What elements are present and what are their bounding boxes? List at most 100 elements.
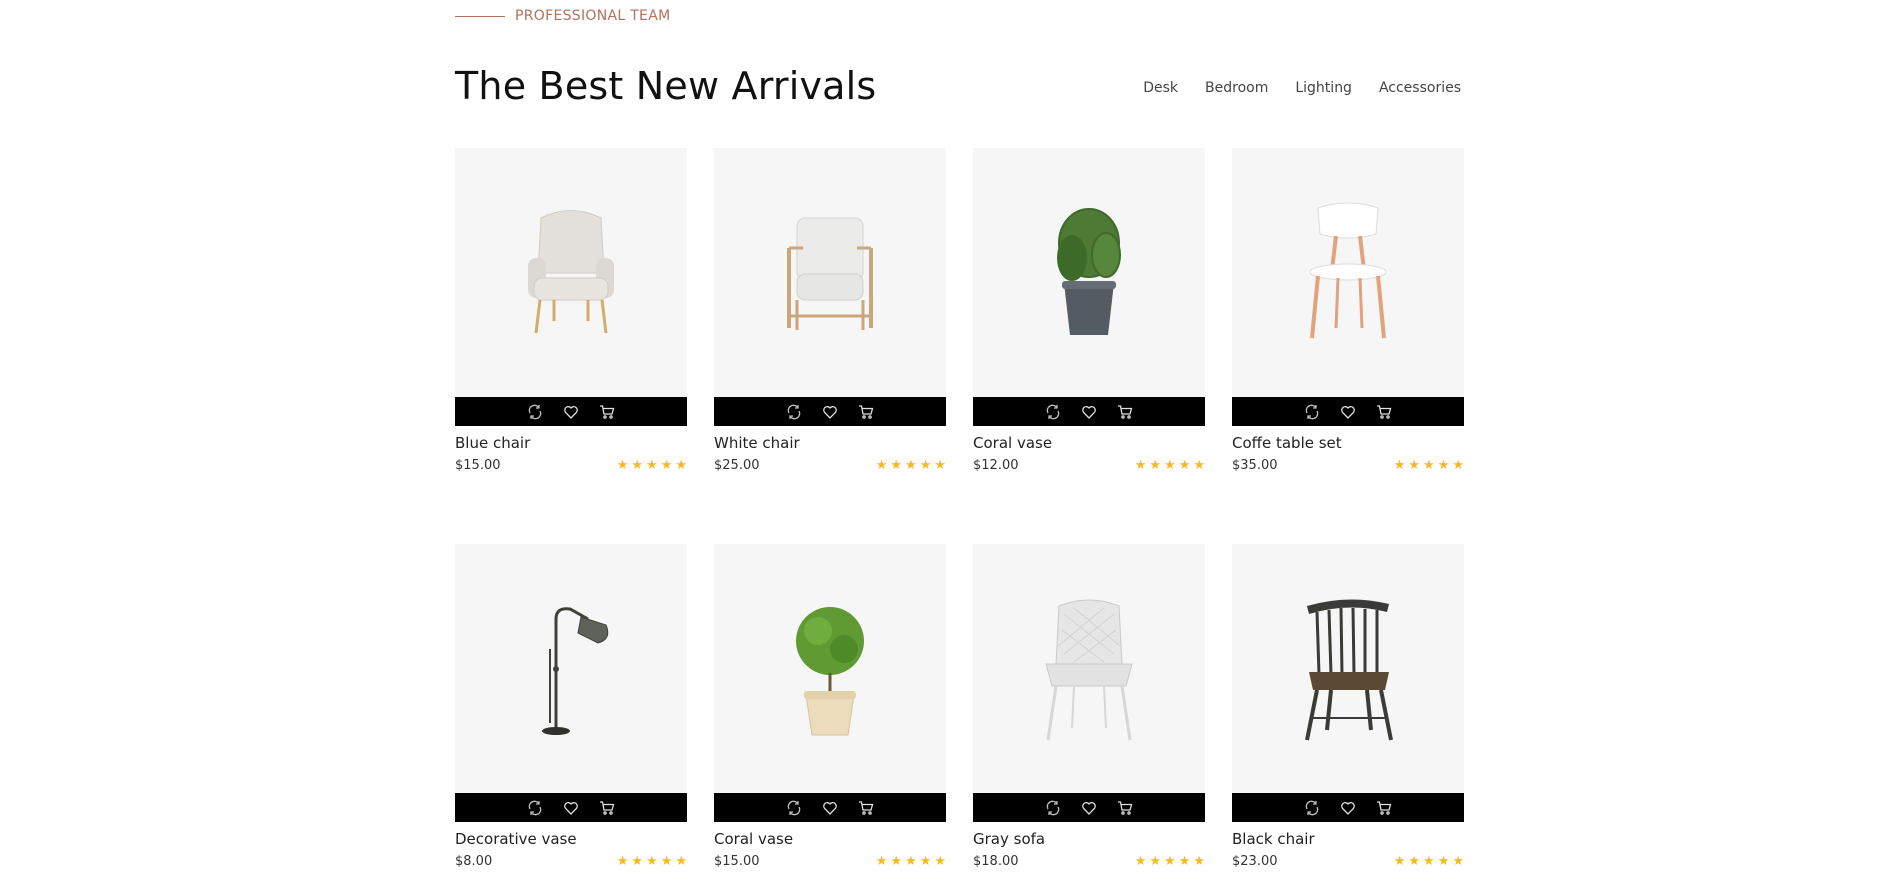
product-card[interactable]: Coral vase $15.00 ★ ★ ★ ★ ★	[714, 544, 946, 869]
product-image[interactable]	[1232, 148, 1464, 397]
product-footer: $15.00 ★ ★ ★ ★ ★	[455, 458, 687, 473]
cart-icon[interactable]	[598, 403, 616, 421]
star-icon: ★	[616, 458, 629, 473]
cart-icon[interactable]	[1116, 403, 1134, 421]
topiary-plant-icon	[796, 606, 864, 735]
product-footer: $8.00 ★ ★ ★ ★ ★	[455, 854, 687, 869]
product-name[interactable]: Coffe table set	[1232, 434, 1464, 452]
star-icon: ★	[1452, 854, 1464, 869]
heart-icon[interactable]	[1339, 799, 1357, 817]
star-icon: ★	[875, 854, 888, 869]
product-image[interactable]	[973, 544, 1205, 793]
product-card[interactable]: Blue chair $15.00 ★ ★ ★ ★ ★	[455, 148, 687, 473]
heart-icon[interactable]	[1339, 403, 1357, 421]
star-icon: ★	[1423, 458, 1435, 473]
compare-icon[interactable]	[526, 403, 544, 421]
section-title: The Best New Arrivals	[455, 64, 877, 108]
rating-stars: ★ ★ ★ ★ ★	[1394, 459, 1464, 472]
product-price: $18.00	[973, 854, 1019, 869]
product-image[interactable]	[714, 148, 946, 397]
product-actions	[973, 793, 1205, 822]
star-icon: ★	[646, 458, 658, 473]
heart-icon[interactable]	[821, 799, 839, 817]
star-icon: ★	[1452, 458, 1464, 473]
cart-icon[interactable]	[1116, 799, 1134, 817]
product-card[interactable]: Gray sofa $18.00 ★ ★ ★ ★ ★	[973, 544, 1205, 869]
compare-icon[interactable]	[526, 799, 544, 817]
product-name[interactable]: Blue chair	[455, 434, 687, 452]
product-actions	[714, 397, 946, 426]
cart-icon[interactable]	[1375, 403, 1393, 421]
product-name[interactable]: Coral vase	[973, 434, 1205, 452]
rating-stars: ★ ★ ★ ★ ★	[876, 855, 946, 868]
star-icon: ★	[905, 458, 917, 473]
eyebrow-line	[455, 15, 505, 17]
product-card[interactable]: Black chair $23.00 ★ ★ ★ ★ ★	[1232, 544, 1464, 869]
product-actions	[1232, 397, 1464, 426]
product-price: $15.00	[714, 854, 760, 869]
filter-bedroom[interactable]: Bedroom	[1205, 80, 1268, 96]
product-image[interactable]	[714, 544, 946, 793]
star-icon: ★	[660, 854, 673, 869]
quilted-chair-icon	[1045, 599, 1133, 740]
product-price: $15.00	[455, 458, 501, 473]
filter-desk[interactable]: Desk	[1143, 80, 1178, 96]
product-image[interactable]	[455, 544, 687, 793]
cart-icon[interactable]	[857, 799, 875, 817]
product-footer: $18.00 ★ ★ ★ ★ ★	[973, 854, 1205, 869]
rating-stars: ★ ★ ★ ★ ★	[1135, 459, 1205, 472]
compare-icon[interactable]	[1044, 799, 1062, 817]
heart-icon[interactable]	[562, 799, 580, 817]
filter-accessories[interactable]: Accessories	[1379, 80, 1461, 96]
heart-icon[interactable]	[821, 403, 839, 421]
cart-icon[interactable]	[1375, 799, 1393, 817]
cart-icon[interactable]	[598, 799, 616, 817]
armchair-wood-icon	[787, 217, 873, 330]
compare-icon[interactable]	[785, 403, 803, 421]
compare-icon[interactable]	[1044, 403, 1062, 421]
product-name[interactable]: Decorative vase	[455, 830, 687, 848]
star-icon: ★	[1178, 854, 1191, 869]
rating-stars: ★ ★ ★ ★ ★	[617, 855, 687, 868]
potted-plant-icon	[1057, 207, 1121, 335]
star-icon: ★	[1134, 458, 1147, 473]
category-filters: Desk Bedroom Lighting Accessories	[1143, 80, 1461, 96]
compare-icon[interactable]	[785, 799, 803, 817]
star-icon: ★	[631, 458, 644, 473]
rating-stars: ★ ★ ★ ★ ★	[1394, 855, 1464, 868]
product-card[interactable]: Coffe table set $35.00 ★ ★ ★ ★ ★	[1232, 148, 1464, 473]
product-image[interactable]	[455, 148, 687, 397]
product-name[interactable]: Coral vase	[714, 830, 946, 848]
star-icon: ★	[646, 854, 658, 869]
product-card[interactable]: Coral vase $12.00 ★ ★ ★ ★ ★	[973, 148, 1205, 473]
product-name[interactable]: Black chair	[1232, 830, 1464, 848]
filter-lighting[interactable]: Lighting	[1295, 80, 1352, 96]
product-card[interactable]: Decorative vase $8.00 ★ ★ ★ ★ ★	[455, 544, 687, 869]
star-icon: ★	[1408, 854, 1421, 869]
product-name[interactable]: White chair	[714, 434, 946, 452]
product-name[interactable]: Gray sofa	[973, 830, 1205, 848]
compare-icon[interactable]	[1303, 799, 1321, 817]
star-icon: ★	[660, 458, 673, 473]
product-card[interactable]: White chair $25.00 ★ ★ ★ ★ ★	[714, 148, 946, 473]
star-icon: ★	[1149, 854, 1162, 869]
eyebrow-text: PROFESSIONAL TEAM	[515, 8, 671, 24]
product-footer: $12.00 ★ ★ ★ ★ ★	[973, 458, 1205, 473]
star-icon: ★	[1164, 854, 1176, 869]
heart-icon[interactable]	[1080, 403, 1098, 421]
product-actions	[714, 793, 946, 822]
rating-stars: ★ ★ ★ ★ ★	[1135, 855, 1205, 868]
product-footer: $23.00 ★ ★ ★ ★ ★	[1232, 854, 1464, 869]
heart-icon[interactable]	[1080, 799, 1098, 817]
eyebrow: PROFESSIONAL TEAM	[455, 8, 670, 24]
star-icon: ★	[1178, 458, 1191, 473]
product-image[interactable]	[973, 148, 1205, 397]
heart-icon[interactable]	[562, 403, 580, 421]
product-image[interactable]	[1232, 544, 1464, 793]
star-icon: ★	[919, 458, 932, 473]
star-icon: ★	[934, 854, 946, 869]
floor-lamp-icon	[542, 606, 609, 735]
compare-icon[interactable]	[1303, 403, 1321, 421]
cart-icon[interactable]	[857, 403, 875, 421]
product-price: $12.00	[973, 458, 1019, 473]
